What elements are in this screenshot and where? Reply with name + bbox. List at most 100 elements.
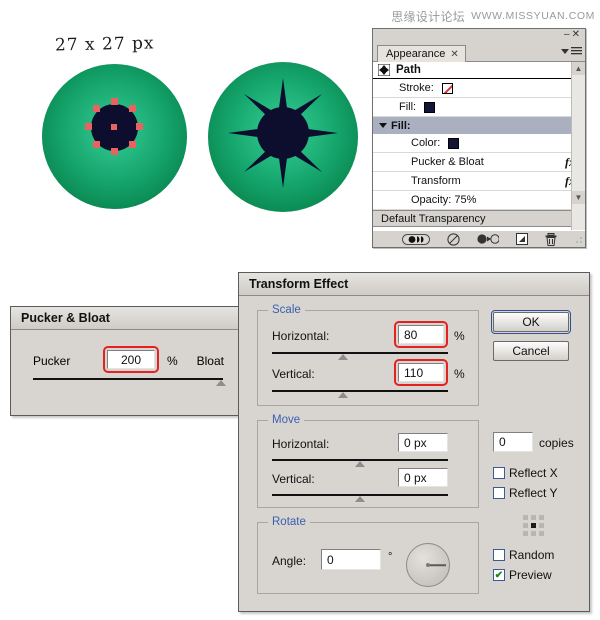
scale-horizontal-slider-track[interactable] xyxy=(272,352,448,354)
row-pucker-bloat-label: Pucker & Bloat xyxy=(411,156,484,168)
default-transparency-label: Default Transparency xyxy=(381,212,486,225)
random-label: Random xyxy=(509,548,555,562)
row-stroke-label: Stroke: xyxy=(399,82,434,94)
panel-scrollbar[interactable]: ▲ ▼ xyxy=(571,62,585,230)
fill-group-header[interactable]: Fill: xyxy=(373,117,585,134)
hamburger-icon xyxy=(571,47,582,55)
toggle-visibility-icon[interactable] xyxy=(401,233,430,245)
row-stroke[interactable]: Stroke: xyxy=(373,79,585,98)
scale-vertical-slider-thumb[interactable] xyxy=(338,392,348,398)
fill-inner-color-swatch[interactable] xyxy=(448,137,460,149)
rotate-degree-symbol: ° xyxy=(388,551,393,563)
pucker-value-highlight: 200 xyxy=(103,346,159,373)
pucker-bloat-dialog-body: Pucker 200 % Bloat xyxy=(11,330,246,414)
reduce-to-basic-appearance-icon[interactable] xyxy=(476,233,499,245)
rotate-group: Rotate Angle: 0 ° xyxy=(257,516,479,594)
fill-group-label: Fill: xyxy=(391,119,411,132)
reflect-x-row[interactable]: Reflect X xyxy=(493,466,558,480)
reflect-y-checkbox[interactable] xyxy=(493,487,505,499)
pucker-bloat-control-row: Pucker 200 % Bloat xyxy=(11,346,246,373)
panel-menu-icon[interactable] xyxy=(561,46,582,56)
scroll-up-arrow-icon[interactable]: ▲ xyxy=(572,62,585,75)
tab-appearance-label: Appearance xyxy=(386,48,446,60)
scale-horizontal-input[interactable]: 80 xyxy=(398,325,444,344)
reflect-y-row[interactable]: Reflect Y xyxy=(493,486,557,500)
target-indicator-icon[interactable] xyxy=(378,64,390,76)
rotate-dial-needle xyxy=(428,564,446,566)
appearance-target-row[interactable]: Path xyxy=(373,62,585,79)
transform-effect-dialog-body: Scale Horizontal: 80 % Vertical: 110 % M… xyxy=(239,296,589,610)
anchor-points-overlay xyxy=(85,98,143,155)
panel-tab-row[interactable]: Appearance ✕ xyxy=(373,44,585,62)
copies-input[interactable]: 0 xyxy=(493,432,533,452)
panel-titlebar[interactable]: –✕ xyxy=(373,29,585,44)
panel-footer-toolbar[interactable] xyxy=(373,230,585,247)
move-group: Move Horizontal: 0 px Vertical: 0 px xyxy=(257,414,479,508)
pucker-percent-symbol: % xyxy=(167,354,178,368)
watermark-url-text: WWW.MISSYUAN.COM xyxy=(471,10,595,22)
rotate-dial[interactable] xyxy=(406,543,450,587)
row-pucker-bloat-effect[interactable]: Pucker & Bloat fx xyxy=(373,153,585,172)
tab-close-icon[interactable]: ✕ xyxy=(450,49,458,60)
rotate-angle-label: Angle: xyxy=(272,554,307,568)
preview-label: Preview xyxy=(509,568,552,582)
fill-color-swatch[interactable] xyxy=(424,101,436,113)
delete-item-icon[interactable] xyxy=(545,232,557,246)
close-icon[interactable]: ✕ xyxy=(572,29,582,40)
preview-checkbox[interactable]: ✔ xyxy=(493,569,505,581)
appearance-panel[interactable]: –✕ Appearance ✕ Path Stroke: Fill: Fill:… xyxy=(372,28,586,248)
row-fill-color[interactable]: Color: xyxy=(373,134,585,153)
watermark-cn-text: 思缘设计论坛 xyxy=(391,9,466,24)
rotate-legend: Rotate xyxy=(268,516,310,528)
move-legend: Move xyxy=(268,414,305,426)
stroke-none-swatch[interactable] xyxy=(441,82,453,94)
pucker-bloat-slider-track[interactable] xyxy=(33,378,223,380)
reflect-x-checkbox[interactable] xyxy=(493,467,505,479)
ok-button[interactable]: OK xyxy=(491,310,571,334)
pucker-star-pupil xyxy=(228,78,338,188)
reflect-x-label: Reflect X xyxy=(509,466,558,480)
scale-legend: Scale xyxy=(268,304,305,316)
bloat-label: Bloat xyxy=(196,354,224,368)
scale-vertical-label: Vertical: xyxy=(272,367,315,381)
random-row[interactable]: Random xyxy=(493,548,554,562)
scale-horizontal-unit: % xyxy=(454,329,465,343)
move-vertical-slider-thumb[interactable] xyxy=(355,496,365,502)
row-default-transparency[interactable]: Default Transparency xyxy=(373,210,585,227)
move-horizontal-label: Horizontal: xyxy=(272,437,330,451)
reference-point-grid-icon[interactable] xyxy=(522,514,546,538)
move-horizontal-input[interactable]: 0 px xyxy=(398,433,448,452)
scale-horizontal-label: Horizontal: xyxy=(272,329,330,343)
row-opacity[interactable]: Opacity: 75% xyxy=(373,191,585,210)
pucker-label: Pucker xyxy=(33,354,71,368)
scale-vertical-highlight: 110 xyxy=(394,359,448,386)
random-checkbox[interactable] xyxy=(493,549,505,561)
row-fill[interactable]: Fill: xyxy=(373,98,585,117)
move-vertical-input[interactable]: 0 px xyxy=(398,468,448,487)
panel-window-buttons[interactable]: –✕ xyxy=(564,29,582,40)
move-horizontal-slider-thumb[interactable] xyxy=(355,461,365,467)
preview-row[interactable]: ✔ Preview xyxy=(493,568,552,582)
scale-vertical-input[interactable]: 110 xyxy=(398,363,444,382)
scale-vertical-slider-track[interactable] xyxy=(272,390,448,392)
rotate-angle-input[interactable]: 0 xyxy=(321,549,381,570)
scale-horizontal-slider-thumb[interactable] xyxy=(338,354,348,360)
clear-appearance-icon[interactable] xyxy=(446,232,460,246)
resize-grip-icon[interactable] xyxy=(575,236,582,243)
scroll-down-arrow-icon[interactable]: ▼ xyxy=(572,191,585,204)
pucker-bloat-dialog[interactable]: Pucker & Bloat Pucker 200 % Bloat xyxy=(10,306,247,416)
duplicate-item-icon[interactable] xyxy=(515,233,528,245)
disclosure-triangle-icon[interactable] xyxy=(379,121,388,130)
cancel-button[interactable]: Cancel xyxy=(493,341,569,361)
chevron-down-icon xyxy=(561,48,569,54)
tab-appearance[interactable]: Appearance ✕ xyxy=(377,45,466,62)
row-transform-effect[interactable]: Transform fx xyxy=(373,172,585,191)
pucker-value-input[interactable]: 200 xyxy=(107,350,155,369)
panel-body[interactable]: Path Stroke: Fill: Fill: Color: Pucker &… xyxy=(373,62,585,230)
pucker-bloat-slider-thumb[interactable] xyxy=(216,380,226,386)
minimize-icon[interactable]: – xyxy=(564,29,572,40)
row-fill-color-label: Color: xyxy=(411,137,441,149)
transform-effect-dialog-title: Transform Effect xyxy=(239,273,589,296)
row-transform-label: Transform xyxy=(411,175,461,187)
transform-effect-dialog[interactable]: Transform Effect Scale Horizontal: 80 % … xyxy=(238,272,590,612)
